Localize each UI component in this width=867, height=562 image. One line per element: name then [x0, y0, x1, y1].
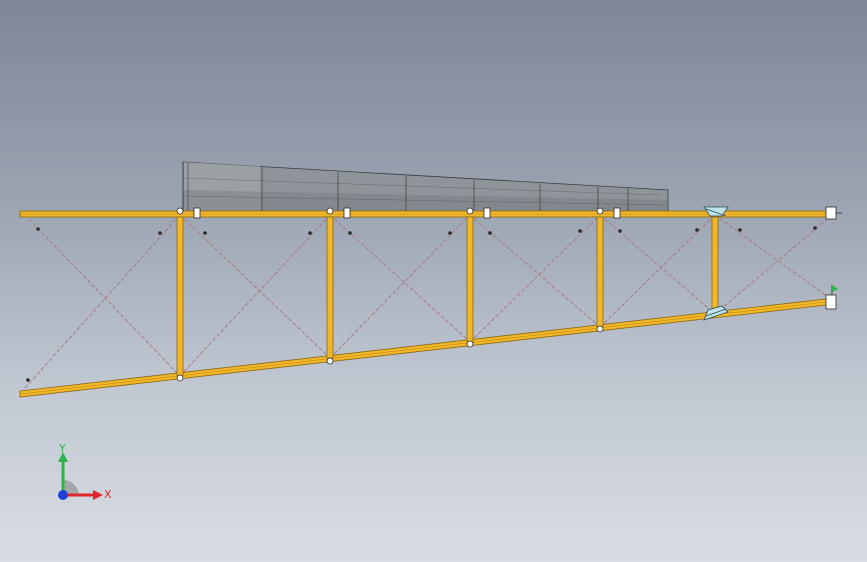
truss-joints [176, 207, 621, 382]
cross-bracing [24, 214, 833, 389]
y-axis-label: Y [58, 442, 66, 455]
x-axis-label: X [104, 488, 112, 501]
z-axis-dot [58, 490, 68, 500]
vertical-posts [176, 216, 719, 377]
truss-drawing [19, 161, 842, 398]
brace-markers [26, 226, 817, 382]
cad-viewport[interactable]: Y X [0, 0, 867, 562]
end-fixtures [825, 206, 842, 310]
coordinate-triad: Y X [50, 440, 120, 510]
blade-fairing [182, 161, 669, 214]
